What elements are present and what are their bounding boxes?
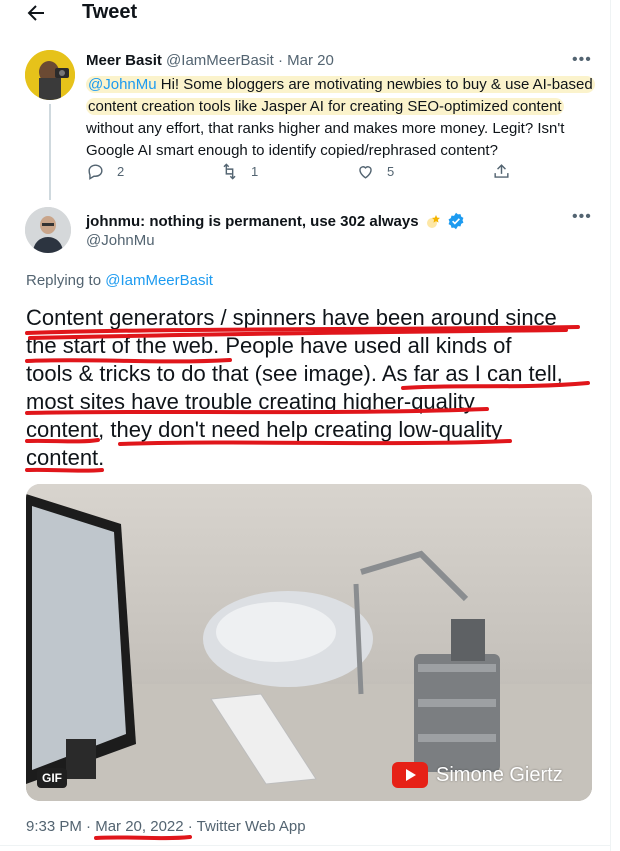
tweet-text-line: without any effort, that ranks higher an… (86, 120, 565, 137)
retweet-count: 1 (251, 164, 259, 179)
share-button[interactable] (492, 162, 511, 181)
footer-separator: · (183, 818, 197, 835)
more-options-icon[interactable]: ••• (572, 208, 592, 228)
tweet-text: @JohnMu Hi! Some bloggers are motivating… (86, 74, 596, 162)
underline-mark (94, 835, 192, 841)
tweet-meta: Meer Basit @IamMeerBasit · Mar 20 (86, 52, 334, 69)
watermark-text: Simone Giertz (436, 763, 563, 786)
more-options-icon[interactable]: ••• (572, 51, 592, 71)
author-name[interactable]: johnmu: nothing is permanent, use 302 al… (86, 213, 419, 230)
author-name-row: johnmu: nothing is permanent, use 302 al… (86, 211, 465, 231)
avatar[interactable] (25, 207, 71, 253)
replying-prefix: Replying to (26, 272, 106, 289)
tweet-body: Content generators / spinners have been … (26, 304, 606, 472)
retweet-icon (223, 163, 236, 180)
column-border (610, 0, 611, 851)
footer-separator: · (81, 818, 96, 835)
thread-connector (49, 104, 51, 200)
author-handle[interactable]: @IamMeerBasit (166, 52, 274, 69)
reply-count: 2 (117, 164, 125, 179)
youtube-logo-icon (392, 762, 428, 788)
tweet-text-line: Google AI smart enough to identify copie… (86, 142, 498, 159)
like-count: 5 (387, 164, 395, 179)
tweet-text-line: @JohnMu Hi! Some bloggers are motivating… (86, 74, 596, 96)
gif-frame (26, 484, 592, 801)
arrow-left-icon[interactable] (24, 1, 48, 25)
tweet-body-line: the start of the web. People have used a… (26, 333, 512, 358)
avatar-photo (25, 50, 75, 100)
share-icon (494, 164, 509, 178)
gif-media[interactable]: GIF Simone Giertz (26, 484, 592, 801)
tweet-full-date[interactable]: Mar 20, 2022 (95, 818, 183, 835)
highlight-mark: @JohnMu Hi! Some bloggers are motivating… (86, 76, 595, 93)
page-title: Tweet (82, 1, 138, 23)
tweet-source[interactable]: Twitter Web App (197, 818, 306, 835)
tweet-body-line: Content generators / spinners have been … (26, 305, 557, 330)
watermark: Simone Giertz (392, 762, 563, 788)
retweet-button[interactable]: 1 (220, 162, 258, 181)
verified-badge-icon (448, 212, 464, 230)
tweet-body-line: tools & tricks to do that (see image). A… (26, 361, 563, 386)
replying-handle-link[interactable]: @IamMeerBasit (105, 272, 213, 289)
tweet-text-line: content creation tools like Jasper AI fo… (86, 96, 596, 118)
tweet-body-line: most sites have trouble creating higher-… (26, 389, 475, 414)
tweet-time[interactable]: 9:33 PM (26, 818, 82, 835)
reply-icon (88, 164, 103, 180)
like-button[interactable]: 5 (356, 162, 394, 181)
mention-link[interactable]: @JohnMu (88, 76, 157, 93)
header: Tweet (0, 0, 611, 30)
tweet-body-line: content, they don't need help creating l… (26, 417, 503, 442)
avatar-photo (25, 207, 71, 253)
replying-to: Replying to @IamMeerBasit (26, 272, 213, 289)
gif-badge: GIF (37, 768, 67, 788)
tweet-date[interactable]: Mar 20 (287, 52, 334, 69)
author-handle[interactable]: @JohnMu (86, 232, 155, 249)
tweet-text-segment: Hi! Some bloggers are motivating newbies… (156, 76, 593, 93)
meta-separator: · (277, 52, 283, 69)
tweet-actions: 2 1 5 (86, 162, 516, 186)
shooting-star-icon (426, 215, 440, 228)
avatar[interactable] (25, 50, 75, 100)
tweet-body-line: content. (26, 445, 105, 470)
author-name[interactable]: Meer Basit (86, 52, 162, 69)
reply-button[interactable]: 2 (86, 162, 124, 181)
highlight-mark: content creation tools like Jasper AI fo… (86, 98, 564, 115)
tweet-timestamp: 9:33 PM · Mar 20, 2022 · Twitter Web App (26, 818, 306, 835)
divider (0, 845, 611, 846)
heart-icon (359, 166, 372, 179)
